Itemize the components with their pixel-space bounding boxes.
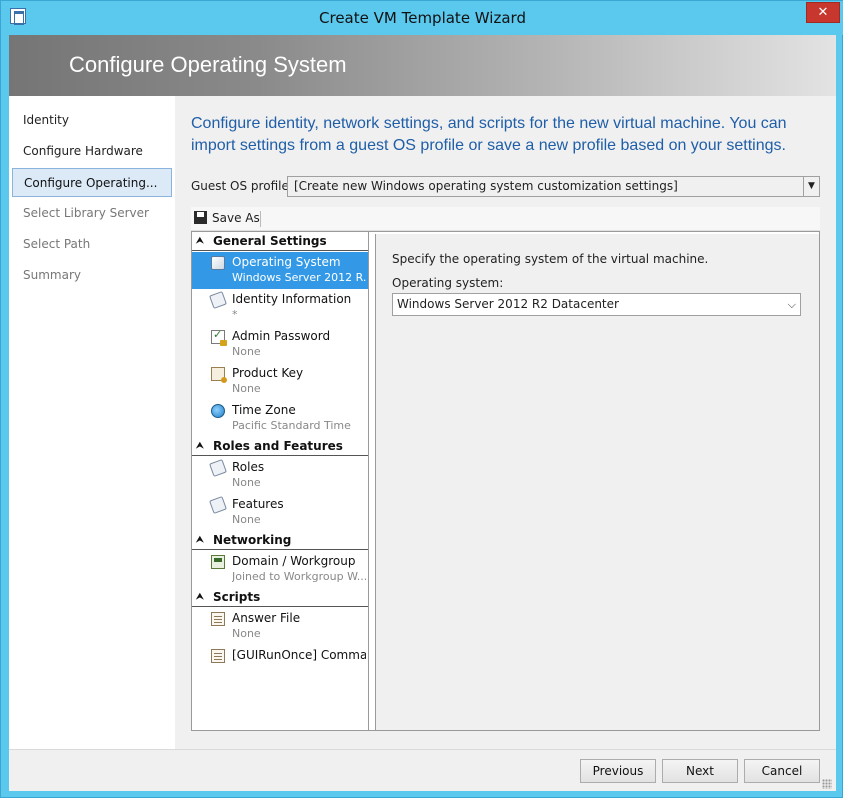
guest-os-profile-select[interactable]: [Create new Windows operating system cus… xyxy=(287,176,820,197)
wizard-footer: Previous Next Cancel xyxy=(9,749,836,791)
operating-system-label: Operating system: xyxy=(392,276,504,290)
close-button[interactable]: ✕ xyxy=(806,2,840,23)
wizard-window: Create VM Template Wizard ✕ Configure Op… xyxy=(0,0,843,798)
tree-item-title: [GUIRunOnce] Comma... xyxy=(232,648,366,662)
collapse-icon[interactable]: ⮝ xyxy=(196,588,204,606)
operating-system-icon xyxy=(211,256,225,270)
tree-section-title: Networking xyxy=(213,533,292,547)
nav-step-select-library-server: Select Library Server xyxy=(23,206,149,220)
tree-item-identity-information[interactable]: Identity Information * xyxy=(192,289,368,326)
next-button[interactable]: Next xyxy=(662,759,738,783)
tree-item-title: Time Zone xyxy=(232,403,296,417)
tree-item-time-zone[interactable]: Time Zone Pacific Standard Time xyxy=(192,400,368,437)
tree-item-subtitle: Pacific Standard Time xyxy=(232,419,351,432)
operating-system-select[interactable]: Windows Server 2012 R2 Datacenter ⌵ xyxy=(392,293,801,316)
previous-button[interactable]: Previous xyxy=(580,759,656,783)
time-zone-icon xyxy=(211,404,225,418)
tree-item-product-key[interactable]: Product Key None xyxy=(192,363,368,400)
chevron-down-icon[interactable]: ⌵ xyxy=(788,294,796,315)
operating-system-value: Windows Server 2012 R2 Datacenter xyxy=(397,297,619,311)
domain-icon xyxy=(211,555,225,569)
nav-step-configure-hardware[interactable]: Configure Hardware xyxy=(12,137,172,166)
nav-step-select-path: Select Path xyxy=(23,237,91,251)
tree-item-subtitle: * xyxy=(232,308,238,321)
tree-section-scripts[interactable]: ⮝ Scripts xyxy=(192,588,368,607)
answer-file-icon xyxy=(211,612,225,626)
window-title: Create VM Template Wizard xyxy=(319,9,526,27)
settings-panel: ⮝ General Settings Operating System Wind… xyxy=(191,231,820,731)
tree-section-roles-and-features[interactable]: ⮝ Roles and Features xyxy=(192,437,368,456)
save-icon xyxy=(194,211,207,224)
tree-item-answer-file[interactable]: Answer File None xyxy=(192,608,368,645)
page-description: Configure identity, network settings, an… xyxy=(191,115,787,154)
roles-icon xyxy=(209,459,227,477)
tree-item-subtitle: Joined to Workgroup W... xyxy=(232,570,366,583)
tree-item-title: Domain / Workgroup xyxy=(232,554,356,568)
dropdown-arrow-icon[interactable]: ▼ xyxy=(803,177,819,196)
wizard-steps-nav: Identity Configure Hardware Configure Op… xyxy=(9,96,175,749)
cancel-button[interactable]: Cancel xyxy=(744,759,820,783)
detail-panel: Specify the operating system of the virt… xyxy=(375,234,819,730)
tree-item-subtitle: None xyxy=(232,382,261,395)
tree-section-title: General Settings xyxy=(213,234,327,248)
script-icon xyxy=(211,649,225,663)
tree-item-title: Roles xyxy=(232,460,265,474)
tree-section-networking[interactable]: ⮝ Networking xyxy=(192,531,368,550)
collapse-icon[interactable]: ⮝ xyxy=(196,437,204,455)
main-content: Configure identity, network settings, an… xyxy=(175,96,836,749)
tree-item-title: Answer File xyxy=(232,611,301,625)
nav-step-summary: Summary xyxy=(23,268,81,282)
nav-step-configure-operating-system[interactable]: Configure Operating... xyxy=(12,168,172,197)
tree-item-title: Operating System xyxy=(232,255,341,269)
tree-item-admin-password[interactable]: Admin Password None xyxy=(192,326,368,363)
tree-section-general-settings[interactable]: ⮝ General Settings xyxy=(192,232,368,251)
tree-item-title: Product Key xyxy=(232,366,304,380)
identity-icon xyxy=(209,291,227,309)
toolbar-separator xyxy=(260,211,261,227)
title-bar: Create VM Template Wizard ✕ xyxy=(1,1,843,35)
tree-section-title: Roles and Features xyxy=(213,439,343,453)
tree-item-subtitle: None xyxy=(232,476,261,489)
collapse-icon[interactable]: ⮝ xyxy=(196,531,204,549)
resize-grip-icon[interactable] xyxy=(822,779,832,789)
tree-item-title: Identity Information xyxy=(232,292,352,306)
profile-toolbar: Save As xyxy=(191,207,820,231)
product-key-icon xyxy=(211,367,227,383)
detail-description: Specify the operating system of the virt… xyxy=(392,252,709,266)
tree-item-subtitle: Windows Server 2012 R... xyxy=(232,271,366,284)
page-title: Configure Operating System xyxy=(69,52,347,77)
tree-item-title: Admin Password xyxy=(232,329,331,343)
tree-section-title: Scripts xyxy=(213,590,261,604)
tree-item-roles[interactable]: Roles None xyxy=(192,457,368,494)
tree-item-operating-system[interactable]: Operating System Windows Server 2012 R..… xyxy=(192,252,368,289)
tree-item-domain-workgroup[interactable]: Domain / Workgroup Joined to Workgroup W… xyxy=(192,551,368,588)
features-icon xyxy=(209,496,227,514)
page-banner: Configure Operating System xyxy=(9,35,836,96)
tree-item-subtitle: None xyxy=(232,345,261,358)
tree-item-guirunonce-commands[interactable]: [GUIRunOnce] Comma... xyxy=(192,645,368,682)
wizard-client-area: Configure Operating System Identity Conf… xyxy=(9,35,836,791)
collapse-icon[interactable]: ⮝ xyxy=(196,232,204,250)
tree-item-features[interactable]: Features None xyxy=(192,494,368,531)
tree-item-title: Features xyxy=(232,497,284,511)
tree-item-subtitle: None xyxy=(232,627,261,640)
save-as-button[interactable]: Save As xyxy=(212,211,260,225)
guest-os-profile-value: [Create new Windows operating system cus… xyxy=(294,179,678,193)
tree-item-subtitle: None xyxy=(232,513,261,526)
nav-step-identity[interactable]: Identity xyxy=(12,106,172,135)
guest-os-profile-label: Guest OS profile: xyxy=(191,179,293,193)
admin-password-icon xyxy=(211,328,227,346)
settings-tree: ⮝ General Settings Operating System Wind… xyxy=(192,232,369,730)
